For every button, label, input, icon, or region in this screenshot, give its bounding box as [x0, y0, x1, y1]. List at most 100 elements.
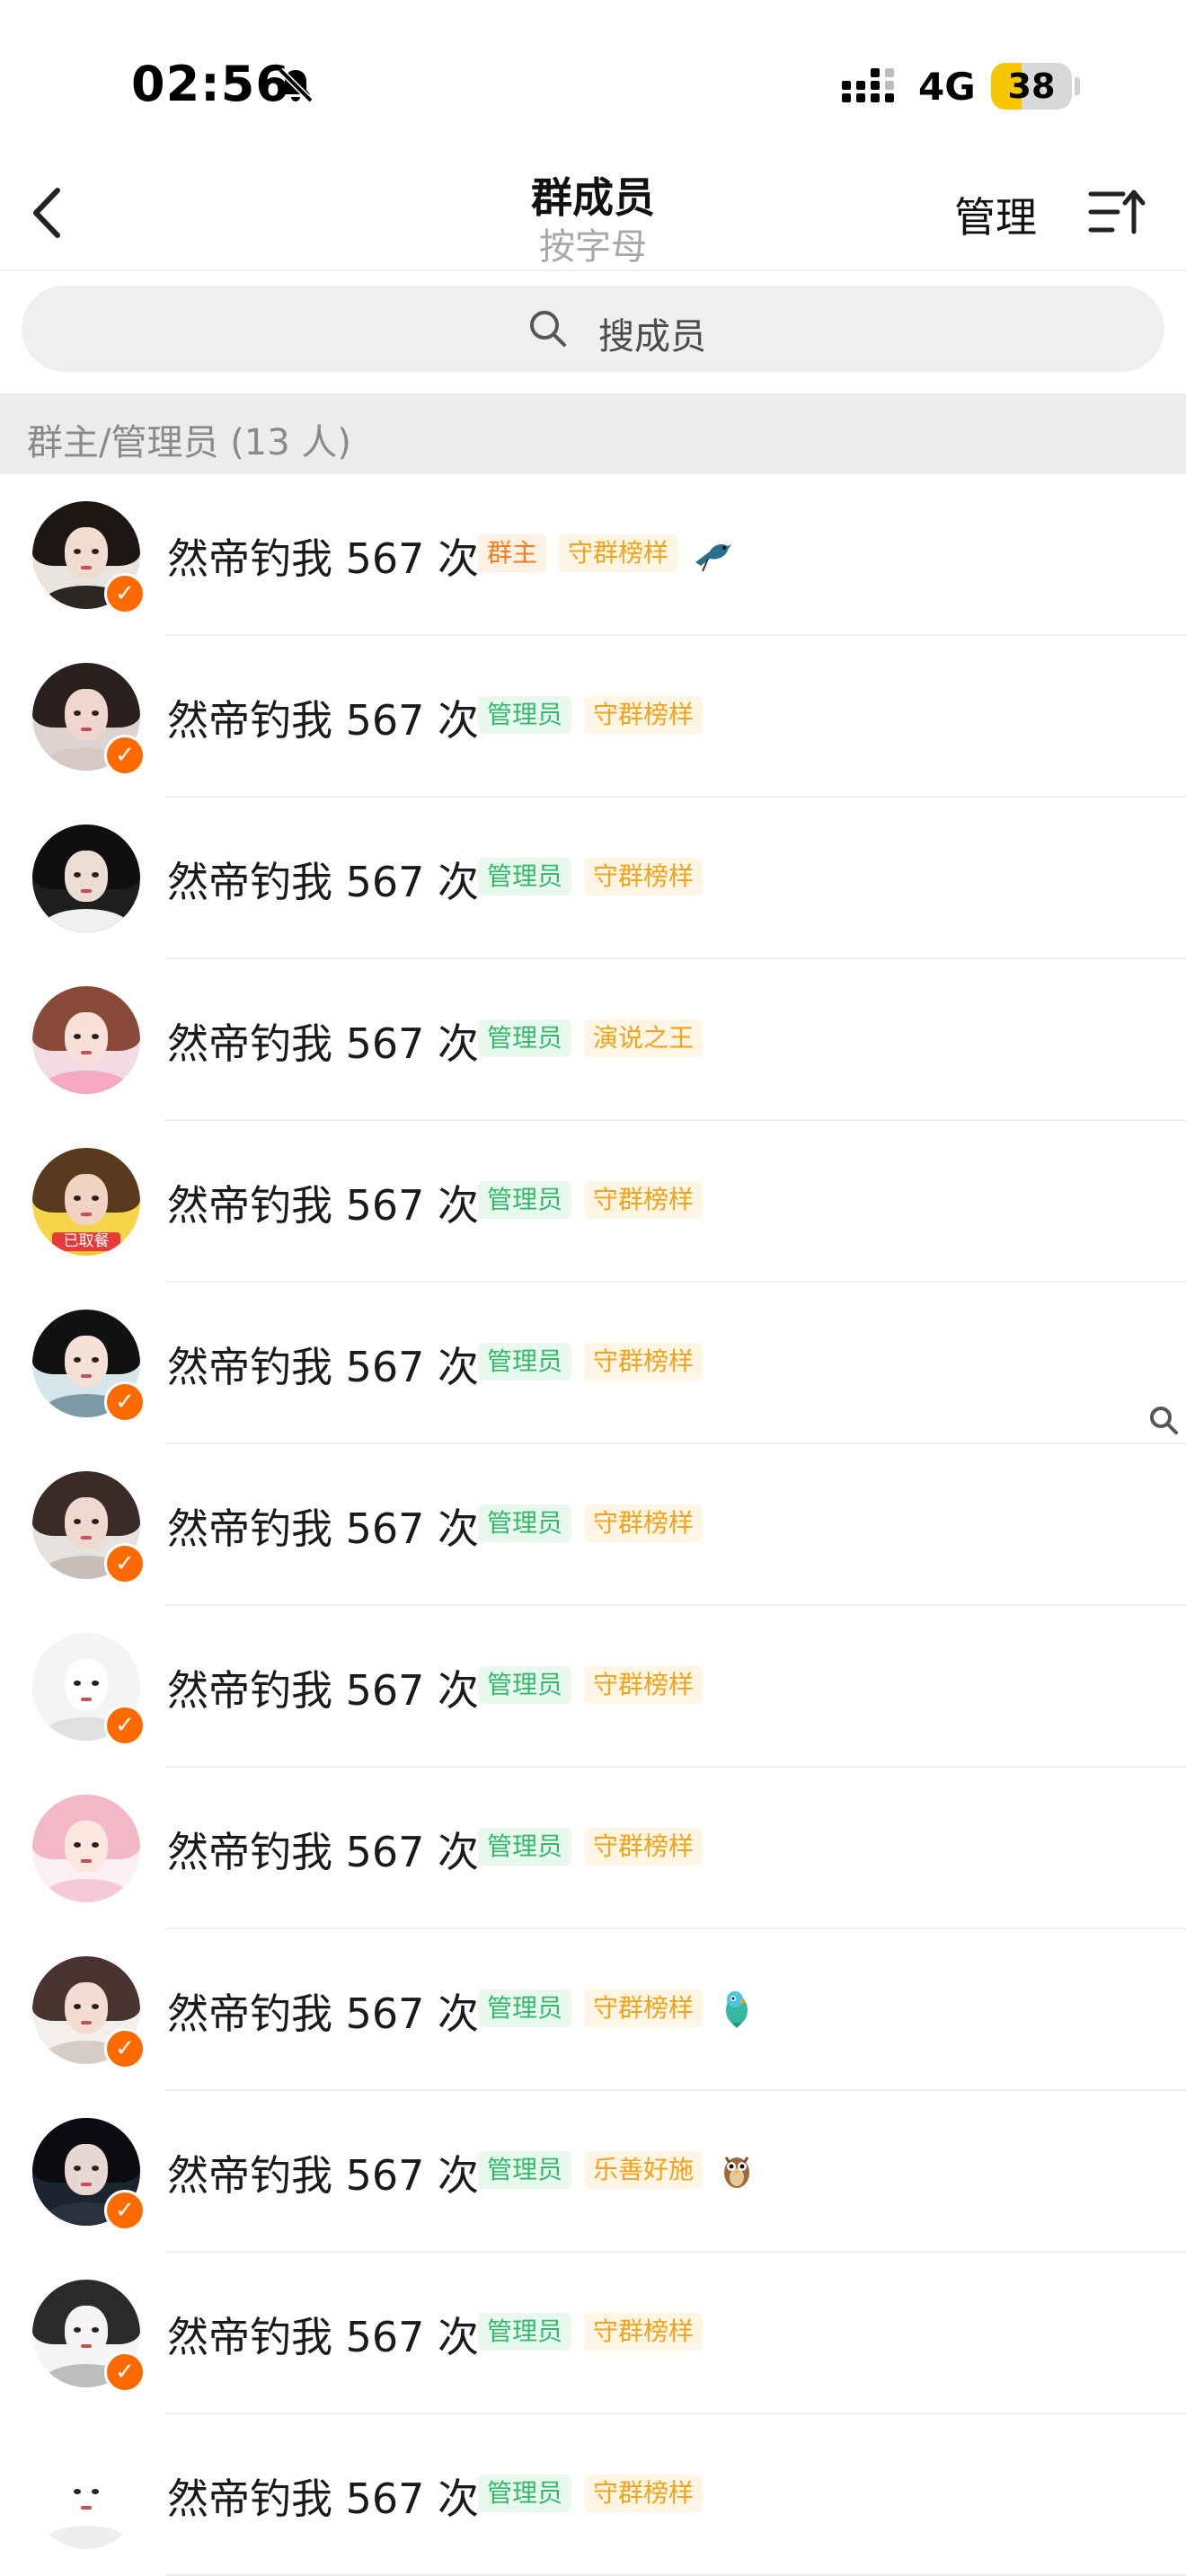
status-time: 02:56 [131, 56, 290, 112]
member-avatar[interactable]: 已取餐 [32, 1148, 140, 1256]
member-badges: 管理员 演说之王 [478, 1017, 704, 1060]
index-search-icon[interactable] [1148, 1405, 1179, 1435]
member-avatar[interactable] [32, 986, 140, 1094]
member-row[interactable]: ✓ 然帝钓我 567 次群主 守群榜样 [0, 474, 1186, 636]
avatar-mouth [81, 2021, 92, 2025]
avatar-eye [73, 548, 81, 554]
role-badge: 管理员 [478, 1504, 572, 1542]
member-badges: 管理员 守群榜样 [478, 1340, 704, 1383]
role-badge: 管理员 [478, 1343, 572, 1381]
avatar-eye [92, 871, 100, 878]
member-badges: 管理员 守群榜样 [478, 1178, 704, 1222]
member-row[interactable]: 然帝钓我 567 次管理员 守群榜样 [0, 1768, 1186, 1929]
role-badge: 管理员 [478, 1019, 572, 1057]
section-title: 群主/管理员 (13 人) [27, 422, 352, 463]
avatar-face [65, 1011, 108, 1064]
member-name: 然帝钓我 567 次 [167, 2475, 480, 2523]
sort-icon[interactable] [1087, 187, 1146, 237]
avatar-mouth [81, 1536, 92, 1539]
member-avatar[interactable] [32, 825, 140, 932]
role-badge: 管理员 [478, 858, 572, 895]
vip-badge-icon: ✓ [104, 2028, 146, 2069]
honor-badge: 乐善好施 [584, 2151, 704, 2189]
member-name: 然帝钓我 567 次 [167, 1181, 480, 1230]
vip-badge-icon: ✓ [104, 2190, 146, 2231]
avatar-eye [73, 710, 81, 716]
avatar-mouth [81, 1859, 92, 1863]
avatar-eye [73, 2003, 81, 2009]
vip-badge-icon: ✓ [104, 1543, 146, 1584]
honor-badge: 守群榜样 [584, 1989, 704, 2027]
member-row[interactable]: 然帝钓我 567 次管理员 守群榜样 [0, 2414, 1186, 2576]
member-row[interactable]: ✓ 然帝钓我 567 次管理员 守群榜样 [0, 2253, 1186, 2414]
role-badge: 管理员 [478, 2313, 572, 2351]
avatar-face [65, 1496, 108, 1549]
member-avatar[interactable] [32, 1795, 140, 1902]
avatar-face [65, 1658, 108, 1711]
avatar-eye [92, 1680, 100, 1686]
member-search-input[interactable]: 搜成员 [22, 286, 1164, 372]
role-badge: 群主 [478, 534, 547, 572]
avatar-mouth [81, 2344, 92, 2348]
avatar-eye [73, 1356, 81, 1363]
member-row[interactable]: 已取餐 然帝钓我 567 次管理员 守群榜样 [0, 1121, 1186, 1283]
member-row[interactable]: 然帝钓我 567 次管理员 守群榜样 [0, 798, 1186, 959]
avatar-face [65, 1981, 108, 2034]
member-avatar[interactable] [32, 2441, 140, 2549]
honor-badge: 守群榜样 [584, 1828, 704, 1866]
avatar-eye [73, 1680, 81, 1686]
avatar-mouth [81, 1698, 92, 1701]
member-row[interactable]: ✓ 然帝钓我 567 次管理员 乐善好施 [0, 2091, 1186, 2253]
avatar-shoulders [43, 908, 129, 932]
vip-badge-icon: ✓ [104, 1381, 146, 1423]
avatar-face [65, 2305, 108, 2358]
avatar-eye [73, 1841, 81, 1848]
network-type: 4G [918, 65, 976, 109]
avatar-eye [73, 1195, 81, 1201]
avatar-shoulders [43, 2525, 129, 2549]
member-badges: 管理员 守群榜样 [478, 1987, 758, 2030]
avatar-tag: 已取餐 [51, 1231, 121, 1252]
manage-button[interactable]: 管理 [954, 185, 1037, 244]
member-badges: 群主 守群榜样 [478, 532, 733, 575]
member-row[interactable]: ✓ 然帝钓我 567 次管理员 守群榜样 [0, 1444, 1186, 1606]
nav-header: 群成员 按字母 管理 [0, 153, 1186, 271]
member-name: 然帝钓我 567 次 [167, 1343, 480, 1391]
role-badge: 管理员 [478, 1989, 572, 2027]
avatar-eye [73, 1518, 81, 1524]
avatar-mouth [81, 1374, 92, 1378]
member-name: 然帝钓我 567 次 [167, 2151, 480, 2200]
member-row[interactable]: ✓ 然帝钓我 567 次管理员 守群榜样 [0, 1606, 1186, 1768]
member-badges: 管理员 守群榜样 [478, 1502, 704, 1545]
cellular-signal-icon [842, 68, 894, 102]
honor-badge: 守群榜样 [584, 858, 704, 895]
member-name: 然帝钓我 567 次 [167, 1828, 480, 1876]
member-row[interactable]: ✓ 然帝钓我 567 次管理员 守群榜样 [0, 636, 1186, 798]
status-bar: 02:56 4G 38 [0, 0, 1186, 153]
member-row[interactable]: 然帝钓我 567 次管理员 演说之王 [0, 959, 1186, 1121]
avatar-eye [73, 2165, 81, 2171]
vip-badge-icon: ✓ [104, 2351, 146, 2393]
member-badges: 管理员 守群榜样 [478, 2310, 704, 2353]
avatar-face [65, 1173, 108, 1226]
role-badge: 管理员 [478, 1666, 572, 1704]
avatar-eye [92, 2326, 100, 2333]
bell-muted-icon [278, 67, 314, 103]
member-list: ✓ 然帝钓我 567 次群主 守群榜样 ✓ 然帝钓我 567 次管理员 守群榜样 然帝钓我 … [0, 474, 1186, 2576]
avatar-eye [92, 548, 100, 554]
avatar-mouth [81, 1051, 92, 1054]
honor-badge: 演说之王 [584, 1019, 704, 1057]
avatar-mouth [81, 728, 92, 731]
avatar-eye [92, 2488, 100, 2494]
member-row[interactable]: ✓ 然帝钓我 567 次管理员 守群榜样 [0, 1283, 1186, 1444]
honor-badge: 守群榜样 [584, 1666, 704, 1704]
member-row[interactable]: ✓ 然帝钓我 567 次管理员 守群榜样 [0, 1929, 1186, 2091]
avatar-mouth [81, 566, 92, 569]
vip-badge-icon: ✓ [104, 735, 146, 776]
member-name: 然帝钓我 567 次 [167, 534, 480, 583]
battery-level: 38 [1007, 66, 1056, 106]
member-name: 然帝钓我 567 次 [167, 858, 480, 906]
avatar-eye [92, 2165, 100, 2171]
honor-badge: 守群榜样 [559, 534, 678, 572]
member-badges: 管理员 乐善好施 [478, 2148, 758, 2192]
